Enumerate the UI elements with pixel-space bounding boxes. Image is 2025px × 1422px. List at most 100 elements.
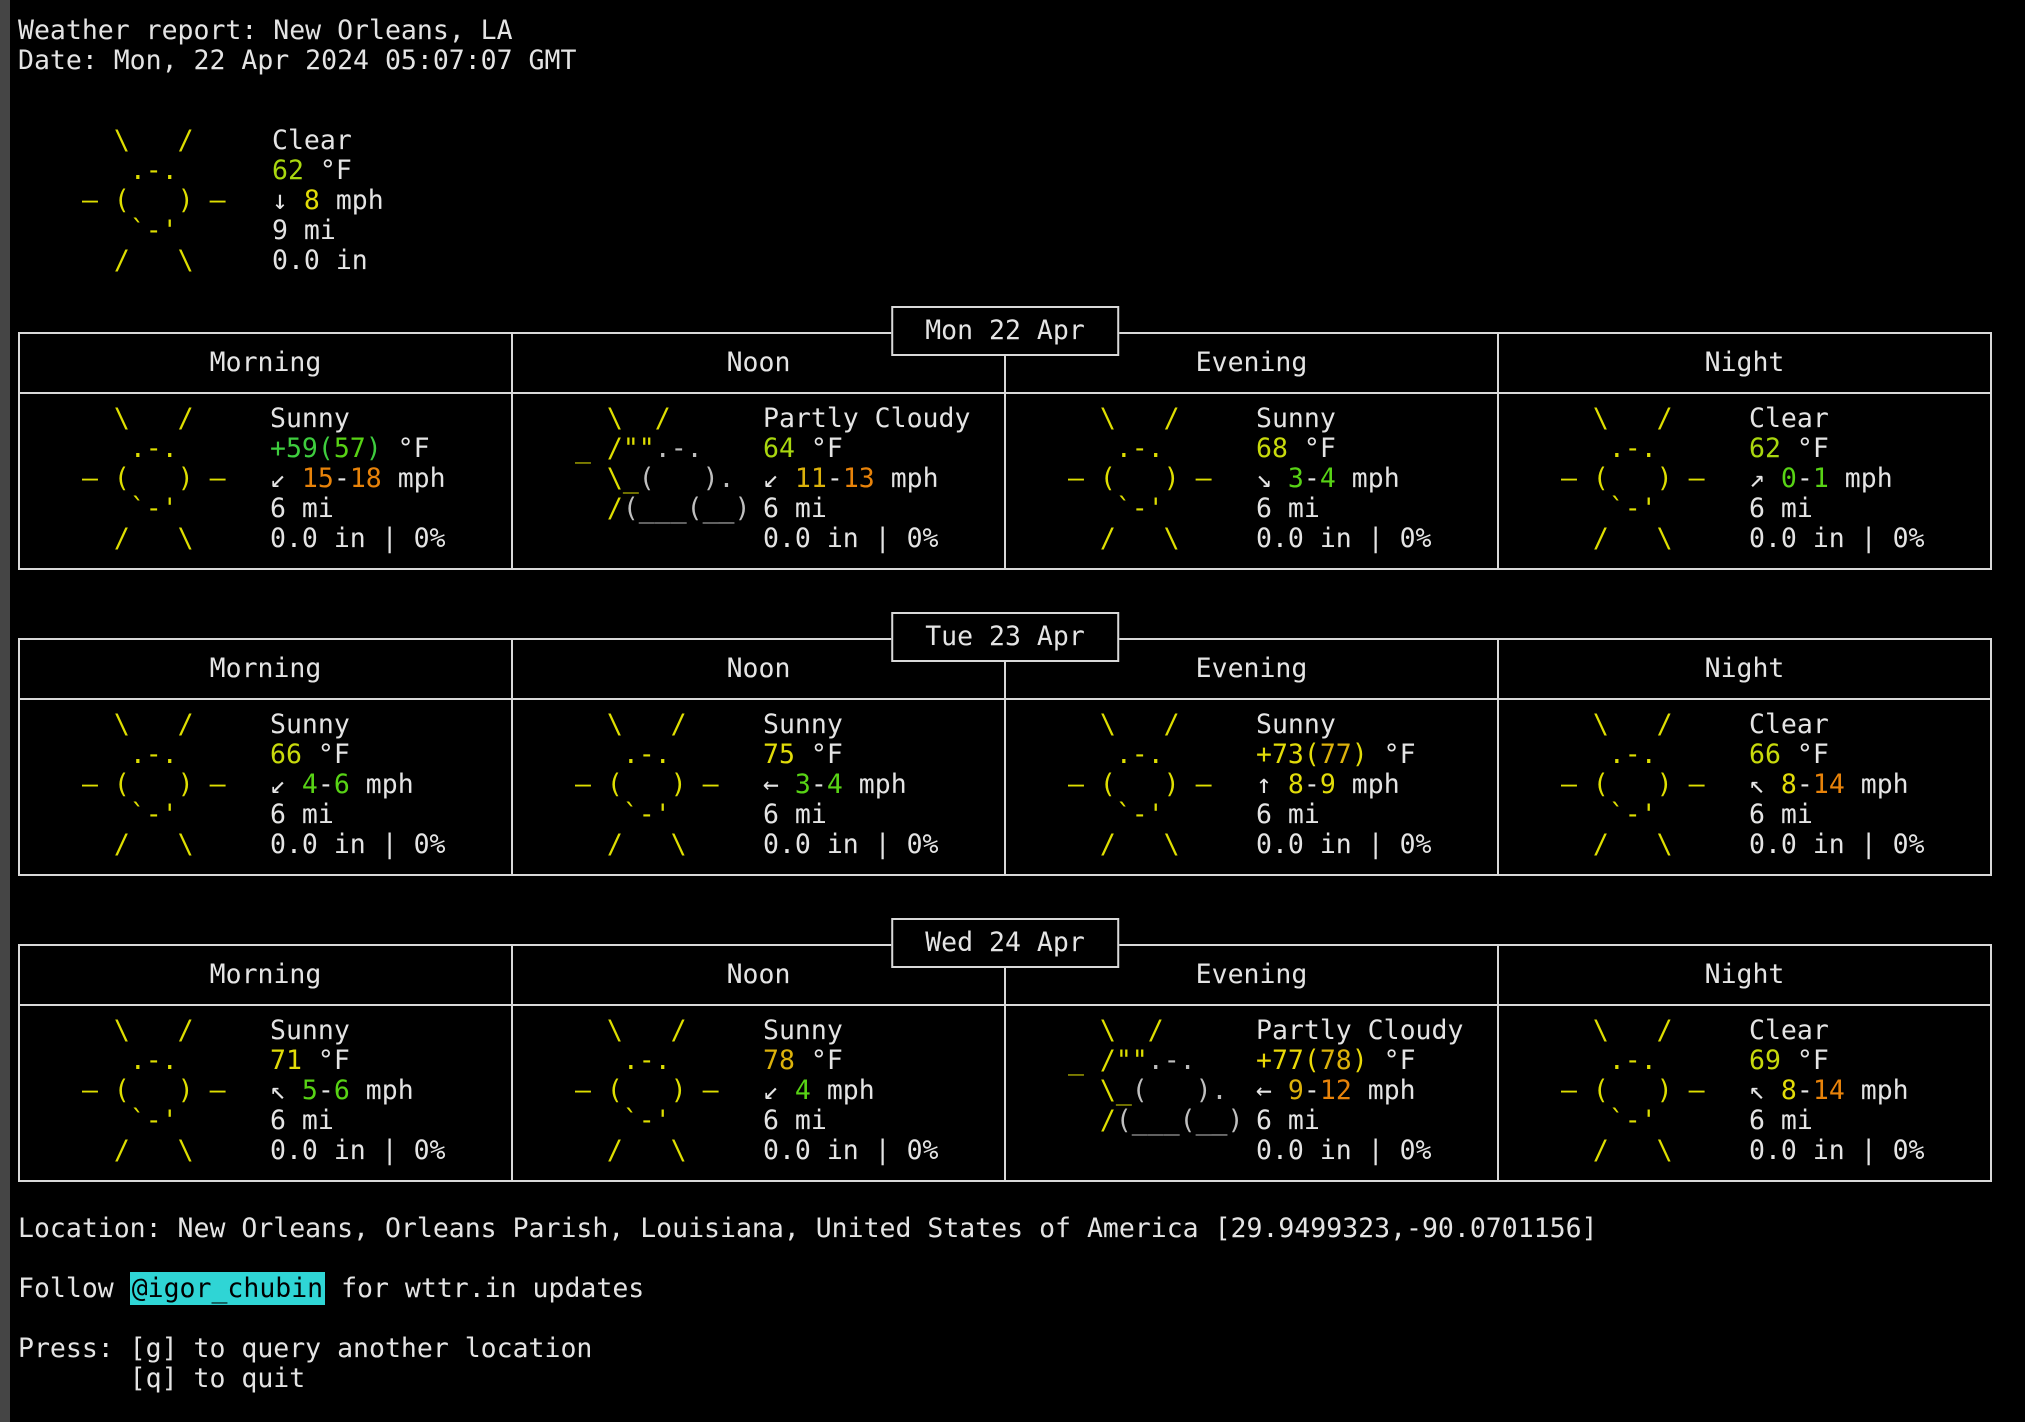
condition-text: Sunny bbox=[1256, 404, 1432, 434]
wind-text: ← 9-12 mph bbox=[1256, 1076, 1463, 1106]
wind-text: ↗ 0-1 mph bbox=[1749, 464, 1925, 494]
visibility-text: 6 mi bbox=[1256, 1106, 1463, 1136]
wind-text: ↑ 8-9 mph bbox=[1256, 770, 1432, 800]
current-conditions: \ / .-. ― ( ) ― `-' / \ Clear62 °F↓ 8 mp… bbox=[18, 126, 1992, 276]
terminal-left-border bbox=[0, 0, 10, 1422]
condition-text: Sunny bbox=[763, 710, 939, 740]
follow-prefix: Follow bbox=[18, 1273, 130, 1304]
cell-info: Sunny66 °F↙ 4-6 mph6 mi0.0 in | 0% bbox=[270, 710, 446, 860]
hint-quit: [q] to quit bbox=[18, 1364, 1992, 1394]
precipitation-text: 0.0 in | 0% bbox=[763, 830, 939, 860]
cell-info: Sunny68 °F↘ 3-4 mph6 mi0.0 in | 0% bbox=[1256, 404, 1432, 554]
temperature-text: +77(78) °F bbox=[1256, 1046, 1463, 1076]
cell-info: Clear69 °F↖ 8-14 mph6 mi0.0 in | 0% bbox=[1749, 1016, 1925, 1166]
condition-text: Clear bbox=[1749, 404, 1925, 434]
partly-cloudy-art: \ / _ /"".-. \_( ). /(___(__) bbox=[1052, 1016, 1232, 1166]
precipitation-text: 0.0 in | 0% bbox=[1749, 524, 1925, 554]
wind-text: ← 3-4 mph bbox=[763, 770, 939, 800]
forecast-cells: \ / .-. ― ( ) ― `-' / \ Sunny66 °F↙ 4-6 … bbox=[20, 700, 1990, 874]
cell-info: Sunny71 °F↖ 5-6 mph6 mi0.0 in | 0% bbox=[270, 1016, 446, 1166]
precipitation-text: 0.0 in | 0% bbox=[1256, 524, 1432, 554]
visibility-text: 6 mi bbox=[763, 494, 970, 524]
sunny-art: \ / .-. ― ( ) ― `-' / \ bbox=[1545, 710, 1725, 860]
condition-text: Sunny bbox=[270, 710, 446, 740]
sunny-art: \ / .-. ― ( ) ― `-' / \ bbox=[1545, 404, 1725, 554]
forecast-cell-morning: \ / .-. ― ( ) ― `-' / \ Sunny66 °F↙ 4-6 … bbox=[20, 700, 513, 874]
visibility-text: 6 mi bbox=[1256, 800, 1432, 830]
condition-text: Clear bbox=[1749, 1016, 1925, 1046]
visibility-text: 6 mi bbox=[1256, 494, 1432, 524]
keyboard-hints: Press: [g] to query another location [q]… bbox=[18, 1334, 1992, 1394]
report-date: Date: Mon, 22 Apr 2024 05:07:07 GMT bbox=[18, 46, 1992, 76]
twitter-handle-link[interactable]: @igor_chubin bbox=[130, 1272, 325, 1305]
column-header-morning: Morning bbox=[20, 640, 513, 698]
temperature-text: +73(77) °F bbox=[1256, 740, 1432, 770]
cell-info: Sunny78 °F↙ 4 mph6 mi0.0 in | 0% bbox=[763, 1016, 939, 1166]
cell-info: Clear62 °F↗ 0-1 mph6 mi0.0 in | 0% bbox=[1749, 404, 1925, 554]
forecast-cell-evening: \ / _ /"".-. \_( ). /(___(__) Partly Clo… bbox=[1006, 1006, 1499, 1180]
partly-cloudy-art: \ / _ /"".-. \_( ). /(___(__) bbox=[559, 404, 739, 554]
wind-text: ↖ 5-6 mph bbox=[270, 1076, 446, 1106]
terminal-content: Weather report: New Orleans, LA Date: Mo… bbox=[18, 16, 1992, 1394]
condition-text: Sunny bbox=[1256, 710, 1432, 740]
condition-text: Clear bbox=[1749, 710, 1925, 740]
visibility-text: 6 mi bbox=[763, 800, 939, 830]
sunny-art: \ / .-. ― ( ) ― `-' / \ bbox=[1052, 710, 1232, 860]
column-header-morning: Morning bbox=[20, 946, 513, 1004]
temperature-text: 62 °F bbox=[1749, 434, 1925, 464]
report-title: Weather report: New Orleans, LA bbox=[18, 16, 1992, 46]
follow-line: Follow @igor_chubin for wttr.in updates bbox=[18, 1274, 1992, 1304]
forecast-day-table: Wed 24 Apr MorningNoonEveningNight \ / .… bbox=[18, 944, 1992, 1182]
current-conditions-info: Clear62 °F↓ 8 mph9 mi0.0 in bbox=[272, 126, 384, 276]
forecast-cell-morning: \ / .-. ― ( ) ― `-' / \ Sunny71 °F↖ 5-6 … bbox=[20, 1006, 513, 1180]
visibility-text: 6 mi bbox=[1749, 494, 1925, 524]
forecast-tables: Mon 22 Apr MorningNoonEveningNight \ / .… bbox=[18, 332, 1992, 1182]
condition-text: Partly Cloudy bbox=[1256, 1016, 1463, 1046]
sunny-art: \ / .-. ― ( ) ― `-' / \ bbox=[1545, 1016, 1725, 1166]
forecast-cell-night: \ / .-. ― ( ) ― `-' / \ Clear66 °F↖ 8-14… bbox=[1499, 700, 1990, 874]
day-label: Wed 24 Apr bbox=[891, 918, 1119, 968]
temperature-text: 64 °F bbox=[763, 434, 970, 464]
wind-text: ↙ 11-13 mph bbox=[763, 464, 970, 494]
forecast-cells: \ / .-. ― ( ) ― `-' / \ Sunny71 °F↖ 5-6 … bbox=[20, 1006, 1990, 1180]
follow-suffix: for wttr.in updates bbox=[325, 1273, 644, 1304]
sunny-art: \ / .-. ― ( ) ― `-' / \ bbox=[66, 1016, 246, 1166]
visibility-text: 6 mi bbox=[763, 1106, 939, 1136]
visibility-text: 6 mi bbox=[270, 494, 446, 524]
precipitation-text: 0.0 in | 0% bbox=[763, 1136, 939, 1166]
forecast-day-table: Mon 22 Apr MorningNoonEveningNight \ / .… bbox=[18, 332, 1992, 570]
visibility-text: 6 mi bbox=[270, 1106, 446, 1136]
forecast-cell-noon: \ / _ /"".-. \_( ). /(___(__) Partly Clo… bbox=[513, 394, 1006, 568]
wind-text: ↙ 4 mph bbox=[763, 1076, 939, 1106]
sunny-art: \ / .-. ― ( ) ― `-' / \ bbox=[559, 1016, 739, 1166]
sunny-art: \ / .-. ― ( ) ― `-' / \ bbox=[1052, 404, 1232, 554]
cell-info: Sunny+73(77) °F↑ 8-9 mph6 mi0.0 in | 0% bbox=[1256, 710, 1432, 860]
forecast-cell-noon: \ / .-. ― ( ) ― `-' / \ Sunny78 °F↙ 4 mp… bbox=[513, 1006, 1006, 1180]
sunny-art: \ / .-. ― ( ) ― `-' / \ bbox=[66, 710, 246, 860]
temperature-text: 75 °F bbox=[763, 740, 939, 770]
wind-text: ↖ 8-14 mph bbox=[1749, 1076, 1925, 1106]
forecast-cell-evening: \ / .-. ― ( ) ― `-' / \ Sunny+73(77) °F↑… bbox=[1006, 700, 1499, 874]
visibility-text: 6 mi bbox=[1749, 1106, 1925, 1136]
condition-text: Partly Cloudy bbox=[763, 404, 970, 434]
temperature-text: 71 °F bbox=[270, 1046, 446, 1076]
forecast-cell-night: \ / .-. ― ( ) ― `-' / \ Clear69 °F↖ 8-14… bbox=[1499, 1006, 1990, 1180]
precipitation-text: 0.0 in | 0% bbox=[763, 524, 970, 554]
precipitation-text: 0.0 in | 0% bbox=[1749, 830, 1925, 860]
temperature-text: 66 °F bbox=[270, 740, 446, 770]
wind-text: ↙ 4-6 mph bbox=[270, 770, 446, 800]
precipitation-text: 0.0 in | 0% bbox=[1256, 1136, 1463, 1166]
temperature-text: 78 °F bbox=[763, 1046, 939, 1076]
temperature-text: +59(57) °F bbox=[270, 434, 446, 464]
visibility-text: 6 mi bbox=[270, 800, 446, 830]
condition-text: Sunny bbox=[763, 1016, 939, 1046]
column-header-night: Night bbox=[1499, 334, 1990, 392]
sunny-art: \ / .-. ― ( ) ― `-' / \ bbox=[66, 404, 246, 554]
wind-text: ↖ 8-14 mph bbox=[1749, 770, 1925, 800]
temperature-text: 68 °F bbox=[1256, 434, 1432, 464]
temperature-text: 66 °F bbox=[1749, 740, 1925, 770]
wind-text: ↙ 15-18 mph bbox=[270, 464, 446, 494]
forecast-cell-morning: \ / .-. ― ( ) ― `-' / \ Sunny+59(57) °F↙… bbox=[20, 394, 513, 568]
forecast-cell-night: \ / .-. ― ( ) ― `-' / \ Clear62 °F↗ 0-1 … bbox=[1499, 394, 1990, 568]
sunny-art: \ / .-. ― ( ) ― `-' / \ bbox=[559, 710, 739, 860]
